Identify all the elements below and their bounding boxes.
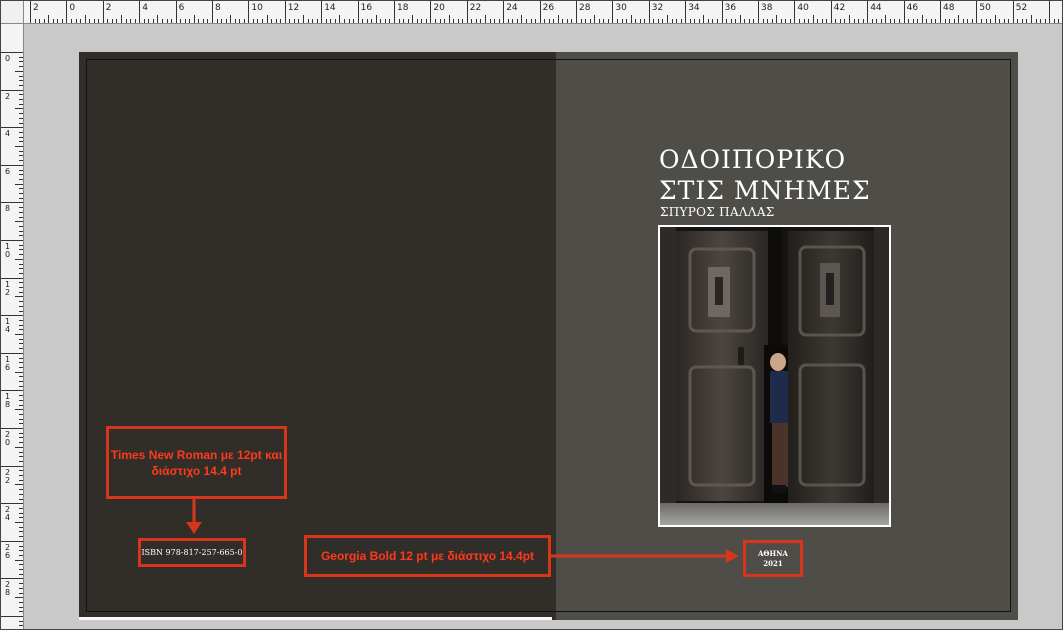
ruler-label: 16 <box>360 3 373 13</box>
ruler-label: 22 <box>469 3 482 13</box>
ruler-label: 4 <box>142 3 148 13</box>
ruler-label: 34 <box>688 3 700 13</box>
ruler-label: 32 <box>651 3 664 13</box>
ruler-label: 38 <box>761 3 773 13</box>
ruler-label: 26 <box>542 3 555 13</box>
ruler-label: 42 <box>833 3 846 13</box>
ruler-label: 4 <box>5 129 11 139</box>
font-annotation-times[interactable]: Times New Roman με 12pt και διάστιχο 14.… <box>106 426 287 499</box>
ruler-label: 28 <box>5 580 11 598</box>
ruler-label: 18 <box>397 3 409 13</box>
ruler-label: 46 <box>906 3 919 13</box>
vertical-ruler[interactable]: 0 2 4 6 8 10 12 14 16 18 20 22 24 26 28 <box>1 24 24 629</box>
title-line-1: ΟΔΟΙΠΟΡΙΚΟ <box>659 145 847 174</box>
ruler-label: 0 <box>69 3 76 13</box>
ruler-label: 18 <box>5 392 11 410</box>
ruler-label: 2 <box>5 91 11 101</box>
ruler-label: 8 <box>215 3 221 13</box>
ruler-origin[interactable] <box>1 1 24 24</box>
ruler-label: 20 <box>433 3 445 13</box>
font-annotation-georgia[interactable]: Georgia Bold 12 pt με διάστιχο 14.4pt <box>304 535 551 577</box>
ruler-label: 50 <box>979 3 991 13</box>
ruler-label: 6 <box>5 166 11 176</box>
ruler-label: 24 <box>506 3 518 13</box>
ruler-label: 2 <box>33 3 39 13</box>
bleed-strip <box>79 617 552 620</box>
ruler-label: 0 <box>5 54 11 63</box>
horizontal-ruler[interactable]: 2 0 2 4 6 8 10 12 14 16 18 20 22 24 26 28 30 32 34 36 38 40 42… <box>24 1 1062 24</box>
cover-photo[interactable] <box>658 225 891 527</box>
door-photo-image <box>660 227 889 525</box>
ruler-label: 36 <box>724 3 737 13</box>
ruler-label: 20 <box>5 430 11 447</box>
ruler-label: 12 <box>5 279 11 297</box>
ruler-label: 28 <box>579 3 591 13</box>
ruler-label: 22 <box>5 467 11 485</box>
ruler-label: 24 <box>5 505 11 523</box>
ruler-label: 14 <box>5 317 11 335</box>
book-title[interactable]: ΟΔΟΙΠΟΡΙΚΟ ΣΤΙΣ ΜΝΗΜΕΣ <box>659 144 871 206</box>
publication-place-year[interactable]: ΑΘΗΝΑ 2021 <box>743 540 803 577</box>
isbn-text[interactable]: ISBN 978-817-257-665-0 <box>138 538 246 567</box>
ruler-label: 16 <box>5 354 11 372</box>
ruler-label: 30 <box>615 3 627 13</box>
ruler-label: 6 <box>178 3 185 13</box>
ruler-label: 8 <box>5 204 11 214</box>
ruler-label: 52 <box>1015 3 1028 13</box>
ruler-label: 14 <box>324 3 336 13</box>
ruler-label: 12 <box>287 3 300 13</box>
ruler-label: 26 <box>5 542 11 560</box>
ruler-label: 10 <box>251 3 263 13</box>
ruler-label: 40 <box>797 3 809 13</box>
ruler-label: 2 <box>105 3 112 13</box>
ruler-label: 48 <box>943 3 955 13</box>
place-label: ΑΘΗΝΑ <box>758 548 788 558</box>
title-line-2: ΣΤΙΣ ΜΝΗΜΕΣ <box>659 176 871 205</box>
ruler-label: 44 <box>870 3 882 13</box>
ruler-label: 10 <box>5 242 11 259</box>
year-label: 2021 <box>763 558 783 568</box>
author-name[interactable]: ΣΠΥΡΟΣ ΠΑΛΛΑΣ <box>660 205 775 219</box>
